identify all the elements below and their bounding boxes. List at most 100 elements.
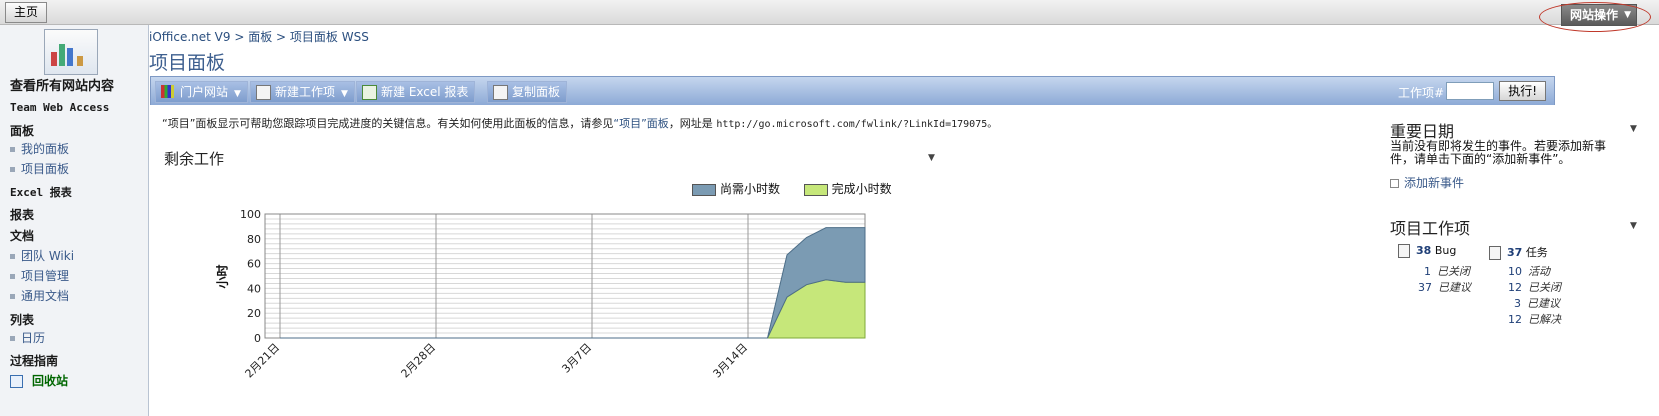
chevron-down-icon: ▼ [234, 89, 241, 99]
y-tick-label: 0 [254, 332, 261, 345]
webpart-menu-icon[interactable]: ▼ [928, 153, 935, 163]
documents-heading[interactable]: 文档 [10, 227, 34, 244]
new-excel-report-button[interactable]: 新建 Excel 报表 [356, 81, 476, 103]
bug-count-link[interactable]: 38 Bug [1398, 244, 1456, 258]
task-count: 37 [1507, 246, 1523, 259]
sidebar-item-my-dashboard[interactable]: 我的面板 [10, 140, 69, 157]
chevron-down-icon: ▼ [1624, 10, 1631, 20]
status-label: 已建议 [1438, 281, 1471, 294]
bullet-icon [10, 336, 15, 341]
logo-bar [51, 52, 57, 66]
logo-bar [67, 48, 73, 66]
status-count: 3 [1514, 297, 1521, 310]
status-count: 12 [1508, 313, 1522, 326]
task-status-resolved[interactable]: 12 已解决 [1508, 311, 1561, 327]
task-status-proposed[interactable]: 3 已建议 [1514, 295, 1560, 311]
team-web-access-link[interactable]: Team Web Access [10, 101, 109, 114]
page-title: 项目面板 [149, 52, 226, 74]
recycle-bin-link[interactable]: 回收站 [10, 372, 68, 389]
add-icon [1390, 179, 1399, 188]
bullet-icon [10, 167, 15, 172]
dashboards-heading[interactable]: 面板 [10, 122, 34, 139]
legend-swatch-completed [803, 183, 828, 196]
bug-status-proposed[interactable]: 37 已建议 [1418, 279, 1471, 295]
add-new-event-label: 添加新事件 [1404, 176, 1465, 190]
new-work-item-button[interactable]: 新建工作项 ▼ [250, 81, 355, 103]
x-tick-label: 2月21日 [243, 341, 283, 381]
excel-reports-link[interactable]: Excel 报表 [10, 184, 72, 200]
bug-status-closed[interactable]: 1 已关闭 [1424, 263, 1470, 279]
sidebar-item-general-documents[interactable]: 通用文档 [10, 287, 69, 304]
task-status-active[interactable]: 10 活动 [1508, 263, 1550, 279]
logo-bar [77, 56, 83, 66]
x-tick-label: 2月28日 [399, 341, 439, 381]
site-actions-label: 网站操作 [1569, 8, 1618, 22]
view-all-site-content-link[interactable]: 查看所有网站内容 [10, 75, 114, 94]
status-label: 已关闭 [1437, 265, 1470, 278]
bug-label: Bug [1434, 244, 1457, 257]
breadcrumb[interactable]: iOffice.net V9 > 面板 > 项目面板 WSS [149, 28, 369, 45]
portal-site-button[interactable]: 门户网站 ▼ [155, 81, 248, 103]
new-work-item-label: 新建工作项 [275, 85, 336, 99]
y-tick-label: 60 [247, 258, 261, 271]
reports-heading[interactable]: 报表 [10, 206, 34, 223]
execute-button[interactable]: 执行! [1499, 81, 1546, 101]
home-tab[interactable]: 主页 [5, 2, 48, 23]
bullet-icon [10, 254, 15, 259]
task-label: 任务 [1525, 246, 1548, 259]
lists-heading[interactable]: 列表 [10, 311, 34, 328]
y-tick-label: 20 [247, 307, 261, 320]
status-count: 12 [1508, 281, 1522, 294]
x-tick-label: 3月14日 [711, 341, 751, 381]
x-tick-label: 3月7日 [559, 341, 594, 376]
task-status-closed[interactable]: 12 已关闭 [1508, 279, 1561, 295]
site-actions-menu[interactable]: 网站操作 ▼ [1560, 4, 1637, 26]
bug-icon [1398, 244, 1410, 258]
y-tick-label: 80 [247, 233, 261, 246]
chart-legend: 尚需小时数 完成小时数 [692, 180, 892, 197]
status-label: 已建议 [1527, 297, 1560, 310]
y-tick-label: 40 [247, 282, 261, 295]
sidebar-item-label: 项目管理 [21, 269, 70, 283]
sidebar-item-label: 我的面板 [21, 142, 70, 156]
remaining-work-chart: 0 20 40 60 80 100 2月21日 2月28日 3月7日 3月14日 [240, 208, 866, 381]
sidebar-item-project-management[interactable]: 项目管理 [10, 267, 69, 284]
site-logo-icon[interactable] [44, 29, 98, 75]
work-item-number-input[interactable] [1446, 82, 1494, 100]
sidebar-item-project-dashboard[interactable]: 项目面板 [10, 160, 69, 177]
remaining-work-title: 剩余工作 [164, 150, 225, 168]
status-label: 已关闭 [1528, 281, 1561, 294]
toolbar: 门户网站 ▼ 新建工作项 ▼ 新建 Excel 报表 复制面板 工作项# 执行! [150, 76, 1555, 106]
chevron-down-icon: ▼ [341, 89, 348, 99]
new-document-icon [256, 85, 271, 100]
copy-dashboard-button[interactable]: 复制面板 [487, 81, 568, 103]
recycle-bin-icon [10, 375, 23, 388]
add-new-event-link[interactable]: 添加新事件 [1390, 174, 1464, 191]
task-count-link[interactable]: 37 任务 [1489, 244, 1548, 260]
bullet-icon [10, 147, 15, 152]
process-guidance-link[interactable]: 过程指南 [10, 352, 58, 369]
intro-part1: “项目”面板显示可帮助您跟踪项目完成进度的关键信息。有关如何使用此面板的信息，请… [162, 117, 614, 130]
copy-icon [493, 85, 508, 100]
project-work-items-title: 项目工作项 [1390, 219, 1471, 238]
webpart-menu-icon[interactable]: ▼ [1630, 124, 1637, 134]
sidebar-item-calendar[interactable]: 日历 [10, 329, 45, 346]
sidebar-item-label: 日历 [21, 331, 46, 345]
work-item-number-label: 工作项# [1397, 86, 1444, 100]
status-count: 1 [1424, 265, 1431, 278]
status-count: 10 [1508, 265, 1522, 278]
sidebar-item-team-wiki[interactable]: 团队 Wiki [10, 247, 74, 264]
portal-icon [161, 85, 174, 98]
important-dates-message: 当前没有即将发生的事件。若要添加新事件，请单击下面的“添加新事件”。 [1390, 139, 1607, 166]
bullet-icon [10, 274, 15, 279]
status-label: 活动 [1528, 265, 1550, 278]
project-dashboard-help-link[interactable]: “项目”面板 [613, 117, 668, 130]
sidebar-item-label: 项目面板 [21, 162, 70, 176]
webpart-menu-icon[interactable]: ▼ [1630, 221, 1637, 231]
sidebar-item-label: 团队 Wiki [21, 249, 75, 263]
legend-label-remaining: 尚需小时数 [720, 182, 781, 196]
logo-bar [59, 44, 65, 66]
recycle-bin-label: 回收站 [32, 374, 69, 388]
status-count: 37 [1418, 281, 1432, 294]
chart-y-axis-label: 小时 [215, 264, 230, 289]
